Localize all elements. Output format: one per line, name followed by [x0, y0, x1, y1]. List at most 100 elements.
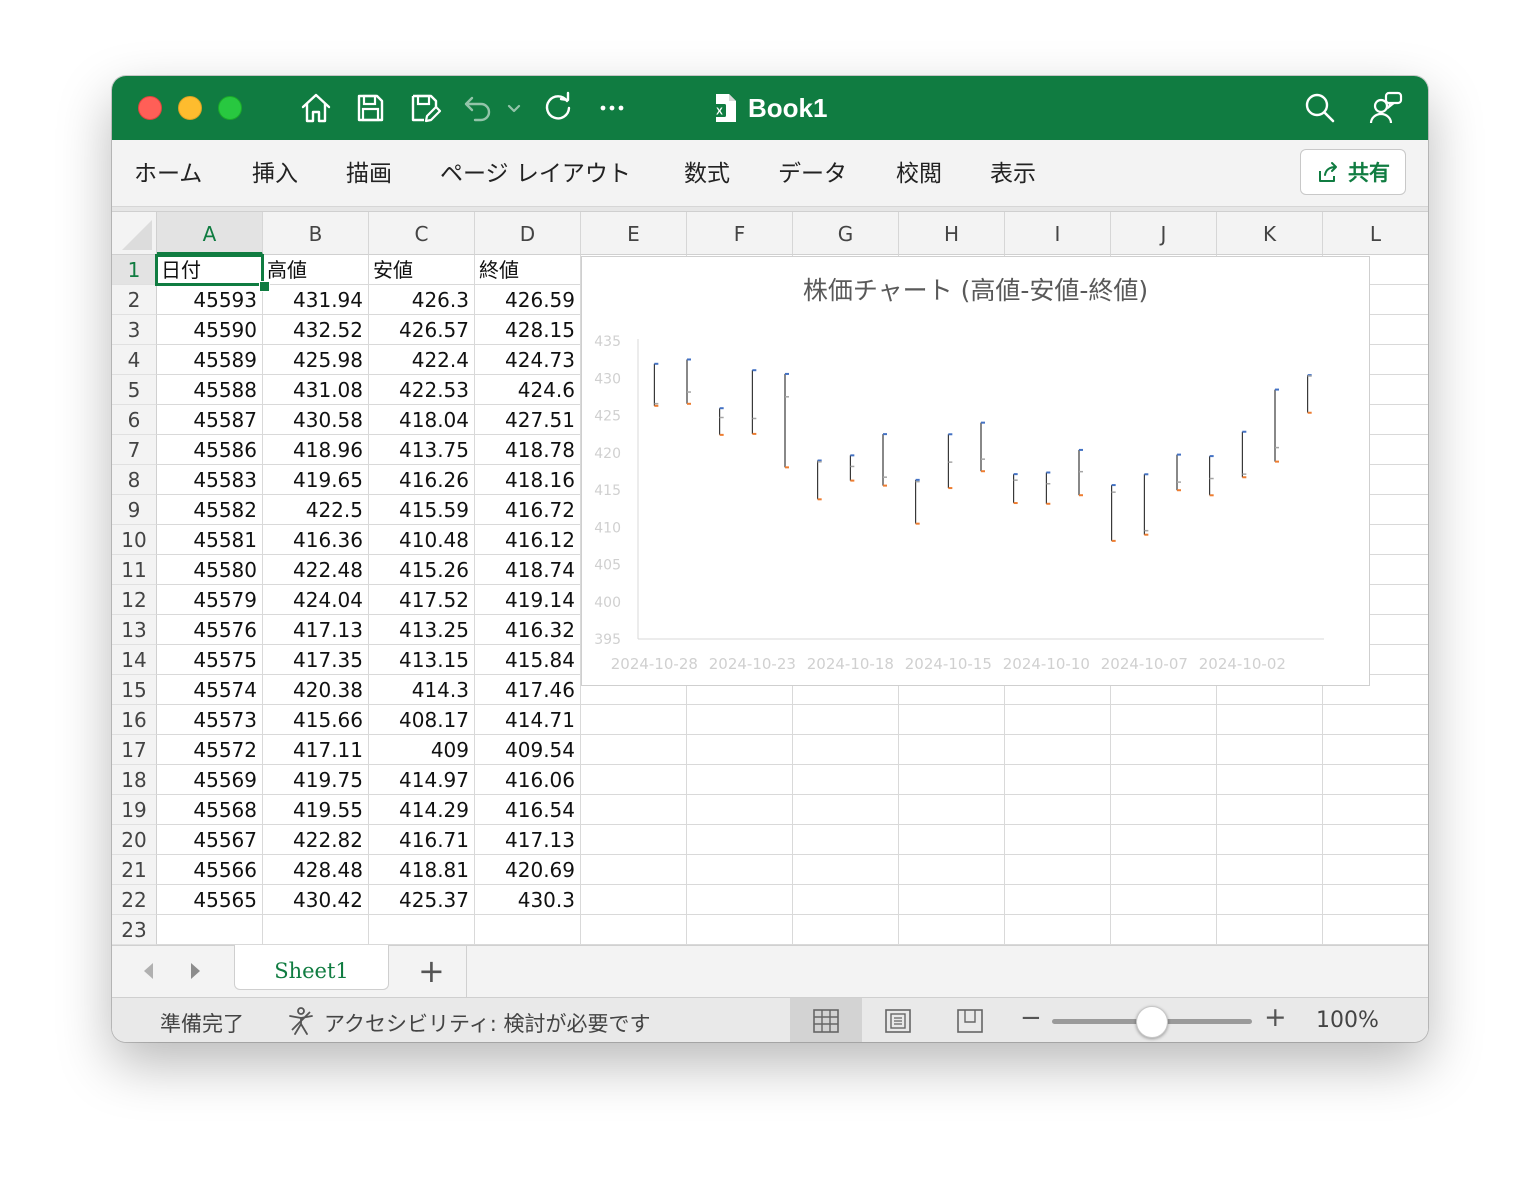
cell-d2[interactable]: 426.59: [475, 285, 581, 315]
row-header[interactable]: 15: [112, 675, 157, 705]
cell-l16[interactable]: [1323, 705, 1428, 735]
cell-k23[interactable]: [1217, 915, 1323, 945]
cell-j18[interactable]: [1111, 765, 1217, 795]
cell-k18[interactable]: [1217, 765, 1323, 795]
cell-e22[interactable]: [581, 885, 687, 915]
cell-b2[interactable]: 431.94: [263, 285, 369, 315]
cell-h21[interactable]: [899, 855, 1005, 885]
cell-b4[interactable]: 425.98: [263, 345, 369, 375]
cell-h20[interactable]: [899, 825, 1005, 855]
cell-c3[interactable]: 426.57: [369, 315, 475, 345]
column-header-g[interactable]: G: [793, 212, 899, 255]
cell-l17[interactable]: [1323, 735, 1428, 765]
page-layout-view-button[interactable]: [862, 998, 934, 1042]
cell-l18[interactable]: [1323, 765, 1428, 795]
cell-f21[interactable]: [687, 855, 793, 885]
cell-d16[interactable]: 414.71: [475, 705, 581, 735]
tab-insert[interactable]: 挿入: [252, 154, 298, 188]
cell-a12[interactable]: 45579: [157, 585, 263, 615]
cell-d19[interactable]: 416.54: [475, 795, 581, 825]
cell-c10[interactable]: 410.48: [369, 525, 475, 555]
row-header[interactable]: 8: [112, 465, 157, 495]
cell-b23[interactable]: [263, 915, 369, 945]
cell-e17[interactable]: [581, 735, 687, 765]
cell-e20[interactable]: [581, 825, 687, 855]
page-break-view-button[interactable]: [934, 998, 1006, 1042]
row-header[interactable]: 22: [112, 885, 157, 915]
cell-c9[interactable]: 415.59: [369, 495, 475, 525]
row-header[interactable]: 6: [112, 405, 157, 435]
cell-k21[interactable]: [1217, 855, 1323, 885]
cell-i17[interactable]: [1005, 735, 1111, 765]
cell-c6[interactable]: 418.04: [369, 405, 475, 435]
cell-d14[interactable]: 415.84: [475, 645, 581, 675]
cell-i21[interactable]: [1005, 855, 1111, 885]
cell-l23[interactable]: [1323, 915, 1428, 945]
cell-c16[interactable]: 408.17: [369, 705, 475, 735]
cell-b17[interactable]: 417.11: [263, 735, 369, 765]
cell-h23[interactable]: [899, 915, 1005, 945]
cell-b20[interactable]: 422.82: [263, 825, 369, 855]
stock-chart[interactable]: 株価チャート (高値-安値-終値) 435 430 425 420 415 410 405 40…: [581, 256, 1370, 686]
cell-d17[interactable]: 409.54: [475, 735, 581, 765]
cell-d4[interactable]: 424.73: [475, 345, 581, 375]
column-header-k[interactable]: K: [1217, 212, 1323, 255]
home-icon[interactable]: [298, 90, 334, 126]
fill-handle[interactable]: [259, 281, 270, 292]
column-header-f[interactable]: F: [687, 212, 793, 255]
cell-a10[interactable]: 45581: [157, 525, 263, 555]
close-window-button[interactable]: [138, 96, 162, 120]
cell-i20[interactable]: [1005, 825, 1111, 855]
cell-d6[interactable]: 427.51: [475, 405, 581, 435]
save-as-icon[interactable]: [406, 90, 442, 126]
zoom-in-button[interactable]: +: [1264, 1002, 1287, 1033]
cell-c23[interactable]: [369, 915, 475, 945]
cell-j19[interactable]: [1111, 795, 1217, 825]
cell-g20[interactable]: [793, 825, 899, 855]
cell-b10[interactable]: 416.36: [263, 525, 369, 555]
zoom-window-button[interactable]: [218, 96, 242, 120]
more-icon[interactable]: [594, 90, 630, 126]
cell-f16[interactable]: [687, 705, 793, 735]
cell-a14[interactable]: 45575: [157, 645, 263, 675]
cell-j16[interactable]: [1111, 705, 1217, 735]
cell-e23[interactable]: [581, 915, 687, 945]
cell-a18[interactable]: 45569: [157, 765, 263, 795]
cell-f19[interactable]: [687, 795, 793, 825]
chevron-down-icon[interactable]: [504, 90, 524, 126]
tab-page-layout[interactable]: ページ レイアウト: [440, 154, 631, 188]
cell-k16[interactable]: [1217, 705, 1323, 735]
cell-l20[interactable]: [1323, 825, 1428, 855]
cell-h18[interactable]: [899, 765, 1005, 795]
row-header[interactable]: 3: [112, 315, 157, 345]
row-header[interactable]: 1: [112, 255, 157, 285]
cell-l19[interactable]: [1323, 795, 1428, 825]
cell-g17[interactable]: [793, 735, 899, 765]
cell-d8[interactable]: 418.16: [475, 465, 581, 495]
zoom-slider-knob[interactable]: [1136, 1006, 1168, 1038]
cell-g16[interactable]: [793, 705, 899, 735]
cell-b8[interactable]: 419.65: [263, 465, 369, 495]
cell-b14[interactable]: 417.35: [263, 645, 369, 675]
cell-g19[interactable]: [793, 795, 899, 825]
cell-j20[interactable]: [1111, 825, 1217, 855]
cell-c1[interactable]: 安値: [369, 255, 475, 285]
row-header[interactable]: 10: [112, 525, 157, 555]
cell-i18[interactable]: [1005, 765, 1111, 795]
cell-f20[interactable]: [687, 825, 793, 855]
cell-c14[interactable]: 413.15: [369, 645, 475, 675]
cell-a8[interactable]: 45583: [157, 465, 263, 495]
sheet-tab-sheet1[interactable]: Sheet1: [234, 945, 389, 990]
cell-g21[interactable]: [793, 855, 899, 885]
minimize-window-button[interactable]: [178, 96, 202, 120]
cell-a3[interactable]: 45590: [157, 315, 263, 345]
accessibility-icon[interactable]: [286, 1006, 316, 1036]
row-header[interactable]: 19: [112, 795, 157, 825]
row-header[interactable]: 12: [112, 585, 157, 615]
cell-a4[interactable]: 45589: [157, 345, 263, 375]
column-header-e[interactable]: E: [581, 212, 687, 255]
cell-b11[interactable]: 422.48: [263, 555, 369, 585]
column-header-l[interactable]: L: [1323, 212, 1428, 255]
cell-a7[interactable]: 45586: [157, 435, 263, 465]
cell-d5[interactable]: 424.6: [475, 375, 581, 405]
